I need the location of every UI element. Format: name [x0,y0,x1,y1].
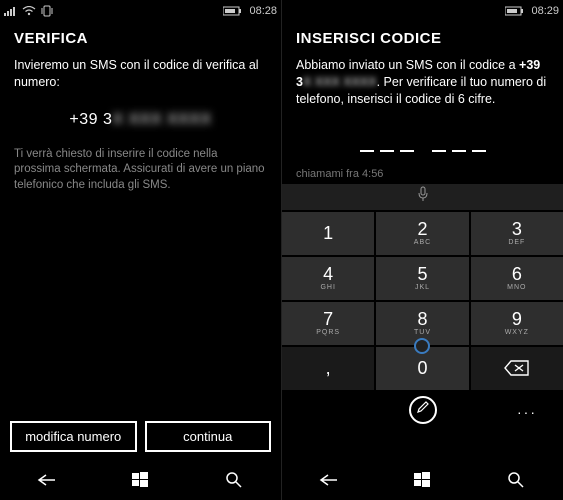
key-7[interactable]: 7PQRS [282,302,374,345]
back-button[interactable] [17,473,77,487]
code-digit [432,150,446,152]
mic-icon[interactable] [417,186,429,207]
code-digit [452,150,466,152]
mic-row [282,184,563,210]
vibrate-icon [40,5,54,17]
page-title: VERIFICA [14,30,267,47]
status-bar: 08:28 [0,0,281,22]
windows-button[interactable] [392,471,452,489]
intro-text: Invieremo un SMS con il codice di verifi… [14,57,267,91]
verify-screen: 08:28 VERIFICA Invieremo un SMS con il c… [0,0,281,500]
numeric-keypad: 1 2ABC 3DEF 4GHI 5JKL 6MNO 7PQRS 8TUV 9W… [282,210,563,390]
key-9[interactable]: 9WXYZ [471,302,563,345]
continue-button[interactable]: continua [145,421,272,452]
call-me-link[interactable]: chiamami fra 4:56 [296,168,549,180]
nav-bar [0,460,281,500]
edit-button[interactable] [409,396,437,424]
wifi-icon [22,6,36,16]
code-digit [360,150,374,152]
backspace-icon [504,359,530,377]
modify-number-button[interactable]: modifica numero [10,421,137,452]
code-input-row[interactable] [296,136,549,152]
key-5[interactable]: 5JKL [376,257,468,300]
cursor-slider-icon[interactable] [414,338,430,354]
key-comma[interactable]: , [282,347,374,390]
page-title: INSERISCI CODICE [296,30,549,47]
hint-text: Ti verrà chiesto di inserire il codice n… [14,147,267,194]
search-button[interactable] [204,471,264,489]
key-8[interactable]: 8TUV [376,302,468,345]
code-digit [380,150,394,152]
code-digit [472,150,486,152]
windows-button[interactable] [110,471,170,489]
phone-number-display: +39 3X XXX XXXX [14,111,267,129]
body-text: Abbiamo inviato un SMS con il codice a +… [296,57,549,108]
nav-bar [282,460,563,500]
code-digit [400,150,414,152]
action-buttons: modifica numero continua [0,421,281,460]
status-bar: 08:29 [282,0,563,22]
more-button[interactable]: ··· [517,404,537,420]
key-3[interactable]: 3DEF [471,212,563,255]
clock-text: 08:28 [249,5,277,17]
key-2[interactable]: 2ABC [376,212,468,255]
phone-hidden: X XXX XXXX [112,111,211,129]
search-button[interactable] [486,471,546,489]
key-1[interactable]: 1 [282,212,374,255]
signal-icon [4,6,18,16]
key-backspace[interactable] [471,347,563,390]
phone-prefix: +39 3 [69,111,112,128]
clock-text: 08:29 [531,5,559,17]
key-4[interactable]: 4GHI [282,257,374,300]
key-6[interactable]: 6MNO [471,257,563,300]
pencil-icon [416,400,430,419]
app-bar: ··· [296,390,549,430]
battery-icon [505,6,525,16]
battery-icon [223,6,243,16]
back-button[interactable] [299,473,359,487]
enter-code-screen: 08:29 INSERISCI CODICE Abbiamo inviato u… [281,0,563,500]
